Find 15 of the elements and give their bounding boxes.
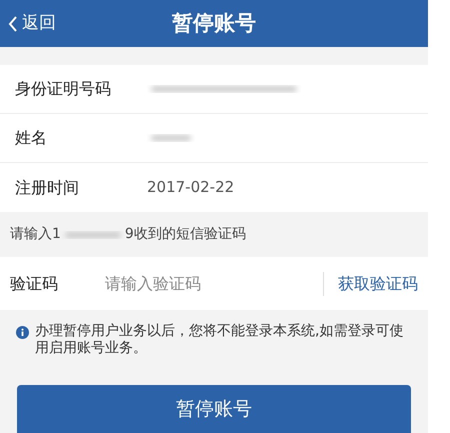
suspend-account-button[interactable]: 暂停账号 <box>17 385 411 433</box>
field-value: 2017-02-22 <box>147 177 234 198</box>
back-button[interactable]: 返回 <box>0 10 56 36</box>
field-label: 注册时间 <box>15 176 80 198</box>
page-title: 暂停账号 <box>172 10 256 37</box>
code-input-field[interactable]: 请输入验证码 <box>105 272 323 296</box>
sms-hint-text: 请输入1 <box>10 225 61 244</box>
code-label: 验证码 <box>10 272 59 294</box>
sms-hint-text: 9收到的短信验证码 <box>124 225 246 244</box>
info-icon <box>16 326 29 339</box>
field-label: 姓名 <box>15 127 48 149</box>
back-icon <box>8 14 18 32</box>
notice-text: 办理暂停用户业务以后，您将不能登录本系统,如需登录可使用启用账号业务。 <box>35 323 404 357</box>
field-label: 身份证明号码 <box>15 78 112 100</box>
get-code-link[interactable]: 获取验证码 <box>338 272 418 296</box>
